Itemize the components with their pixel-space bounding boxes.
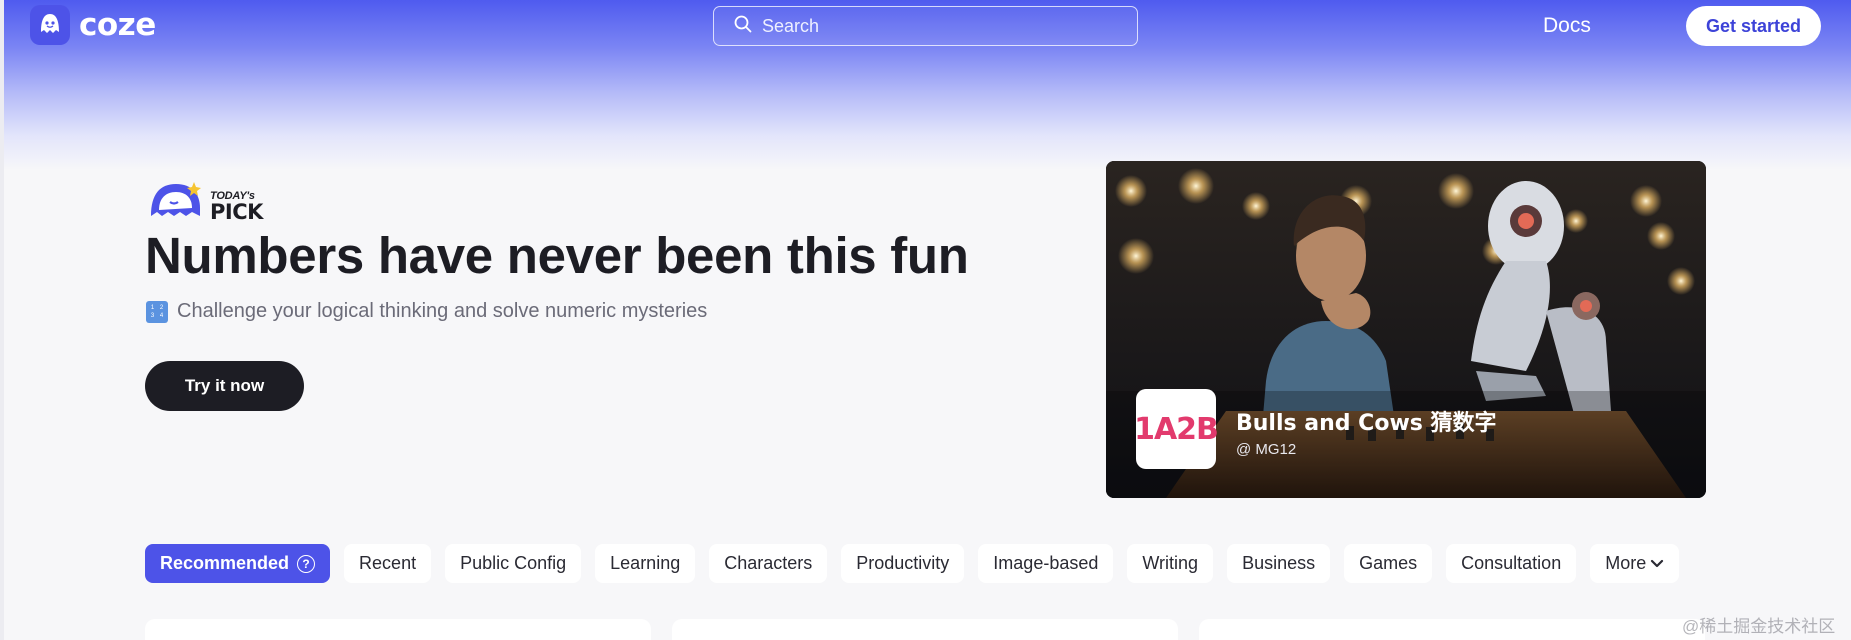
try-it-now-button[interactable]: Try it now [145, 361, 304, 411]
tab-label: Learning [610, 553, 681, 573]
docs-link[interactable]: Docs [1543, 14, 1591, 38]
tab-label: Business [1242, 553, 1316, 573]
logo-text: coze [79, 7, 156, 43]
category-tabs: Recommended ? Recent Public Config Learn… [145, 544, 1680, 583]
tab-productivity[interactable]: Productivity [841, 544, 965, 583]
tab-label: Writing [1142, 553, 1199, 573]
bot-card[interactable] [1199, 619, 1705, 640]
tab-more[interactable]: More [1590, 544, 1680, 583]
tab-label: Games [1359, 553, 1418, 573]
chevron-down-icon [1650, 553, 1664, 574]
bot-card[interactable] [145, 619, 651, 640]
tab-label: Image-based [993, 553, 1099, 573]
tab-recent[interactable]: Recent [344, 544, 432, 583]
tab-image-based[interactable]: Image-based [978, 544, 1114, 583]
tab-label: Productivity [856, 553, 950, 573]
tab-games[interactable]: Games [1344, 544, 1433, 583]
hero-subtitle: 1234 Challenge your logical thinking and… [146, 300, 707, 323]
hero-title: Numbers have never been this fun [145, 227, 969, 284]
bot-name: Bulls and Cows 猜数字 [1236, 411, 1497, 436]
search-placeholder: Search [762, 15, 820, 36]
hero-subtitle-text: Challenge your logical thinking and solv… [177, 300, 708, 322]
tab-consultation[interactable]: Consultation [1446, 544, 1577, 583]
tab-learning[interactable]: Learning [595, 544, 696, 583]
tab-label: Recommended [160, 553, 290, 573]
tab-business[interactable]: Business [1227, 544, 1331, 583]
tab-label: Characters [724, 553, 813, 573]
tab-public-config[interactable]: Public Config [445, 544, 582, 583]
tab-label: Recent [359, 553, 417, 573]
watermark: @稀土掘金技术社区 [1682, 617, 1836, 636]
badge-big-text: PICK [210, 200, 263, 224]
numbers-icon: 1234 [146, 300, 168, 323]
featured-bot-card[interactable]: 1A2B Bulls and Cows 猜数字 @ MG12 [1106, 161, 1706, 498]
get-started-button[interactable]: Get started [1686, 6, 1821, 46]
bot-author[interactable]: @ MG12 [1236, 441, 1296, 458]
left-edge [0, 0, 4, 640]
coze-mascot-icon [30, 5, 70, 45]
tab-characters[interactable]: Characters [709, 544, 828, 583]
help-icon[interactable]: ? [297, 554, 316, 573]
bot-card[interactable] [672, 619, 1178, 640]
tab-recommended[interactable]: Recommended ? [145, 544, 331, 583]
tab-label: Public Config [460, 553, 567, 573]
coze-logo[interactable]: coze [30, 5, 156, 45]
search-icon [734, 15, 752, 38]
todays-pick-badge: TODAY's PICK [148, 178, 263, 223]
tab-writing[interactable]: Writing [1127, 544, 1214, 583]
tab-label: Consultation [1461, 553, 1562, 573]
tab-label: More [1605, 553, 1647, 573]
search-input[interactable]: Search [713, 6, 1138, 46]
bot-avatar: 1A2B [1134, 389, 1219, 469]
bot-avatar-text: 1A2B [1134, 411, 1219, 447]
mascot-icon [148, 178, 206, 223]
